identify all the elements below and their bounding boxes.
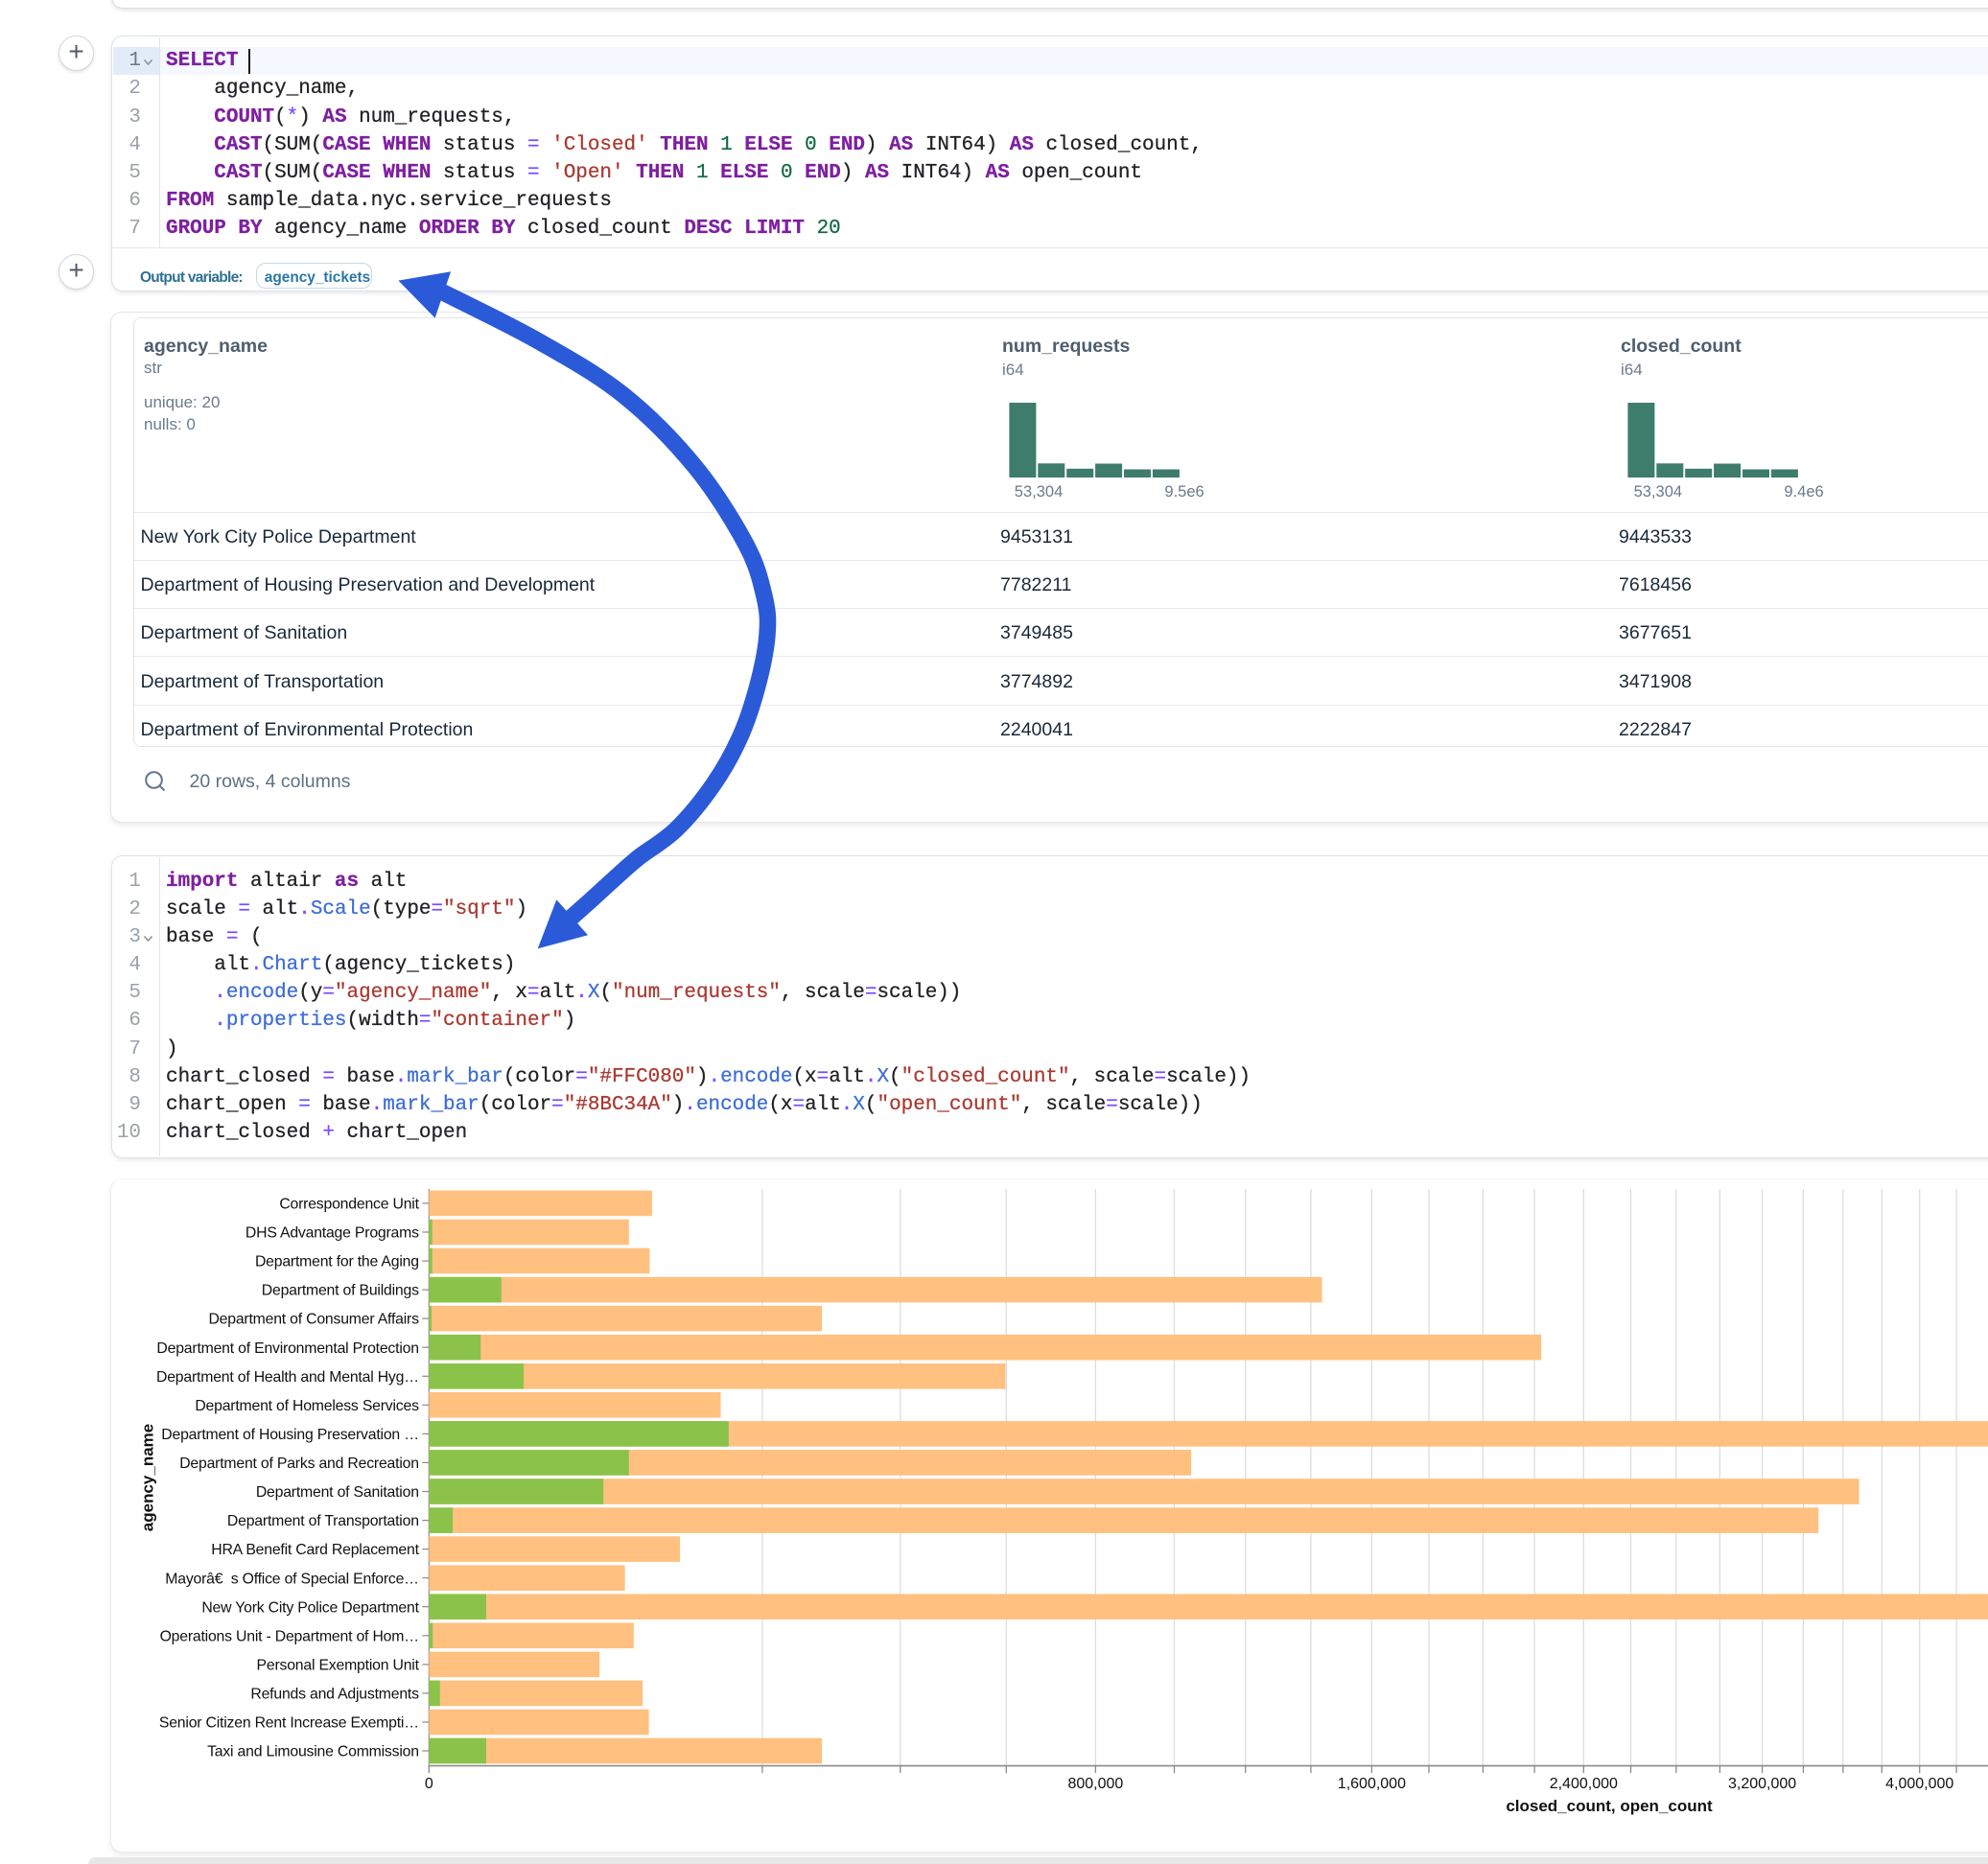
svg-text:closed_count, open_count: closed_count, open_count <box>1506 1797 1713 1815</box>
svg-text:Department of Transportation: Department of Transportation <box>226 1513 418 1529</box>
svg-text:Department of Environmental Pr: Department of Environmental Protection <box>156 1340 418 1357</box>
svg-text:Department of Housing Preserva: Department of Housing Preservation … <box>161 1427 419 1443</box>
svg-text:Department of Consumer Affairs: Department of Consumer Affairs <box>208 1312 419 1328</box>
svg-text:Taxi and Limousine Commission: Taxi and Limousine Commission <box>207 1744 419 1760</box>
svg-text:Correspondence Unit: Correspondence Unit <box>279 1197 419 1213</box>
svg-text:Personal Exemption Unit: Personal Exemption Unit <box>256 1658 419 1674</box>
svg-text:Department of Parks and Recrea: Department of Parks and Recreation <box>179 1456 419 1472</box>
svg-text:Department of Health and Menta: Department of Health and Mental Hyg… <box>156 1369 419 1386</box>
svg-text:New York City Police Departmen: New York City Police Department <box>201 1599 419 1616</box>
svg-text:2,400,000: 2,400,000 <box>1549 1776 1617 1792</box>
svg-text:agency_name: agency_name <box>138 1424 156 1531</box>
svg-text:800,000: 800,000 <box>1067 1776 1123 1792</box>
svg-text:Department for the Aging: Department for the Aging <box>254 1254 418 1270</box>
svg-text:0: 0 <box>424 1776 433 1792</box>
svg-text:DHS Advantage Programs: DHS Advantage Programs <box>245 1225 418 1242</box>
svg-text:Senior Citizen Rent Increase E: Senior Citizen Rent Increase Exempti… <box>158 1715 418 1732</box>
svg-text:Department of Sanitation: Department of Sanitation <box>255 1484 418 1501</box>
svg-text:3,200,000: 3,200,000 <box>1728 1776 1796 1792</box>
svg-text:Department of Homeless Service: Department of Homeless Services <box>195 1398 419 1414</box>
svg-text:Department of Buildings: Department of Buildings <box>261 1283 418 1299</box>
svg-text:1,600,000: 1,600,000 <box>1337 1776 1405 1792</box>
svg-text:Mayorâ€ s Office of Special E: Mayorâ€ s Office of Special Enforce… <box>165 1571 419 1587</box>
svg-text:Refunds and Adjustments: Refunds and Adjustments <box>250 1687 419 1703</box>
svg-text:HRA Benefit Card Replacement: HRA Benefit Card Replacement <box>211 1542 419 1558</box>
svg-text:Operations Unit - Department o: Operations Unit - Department of Hom… <box>159 1628 418 1644</box>
svg-text:4,000,000: 4,000,000 <box>1885 1776 1953 1792</box>
